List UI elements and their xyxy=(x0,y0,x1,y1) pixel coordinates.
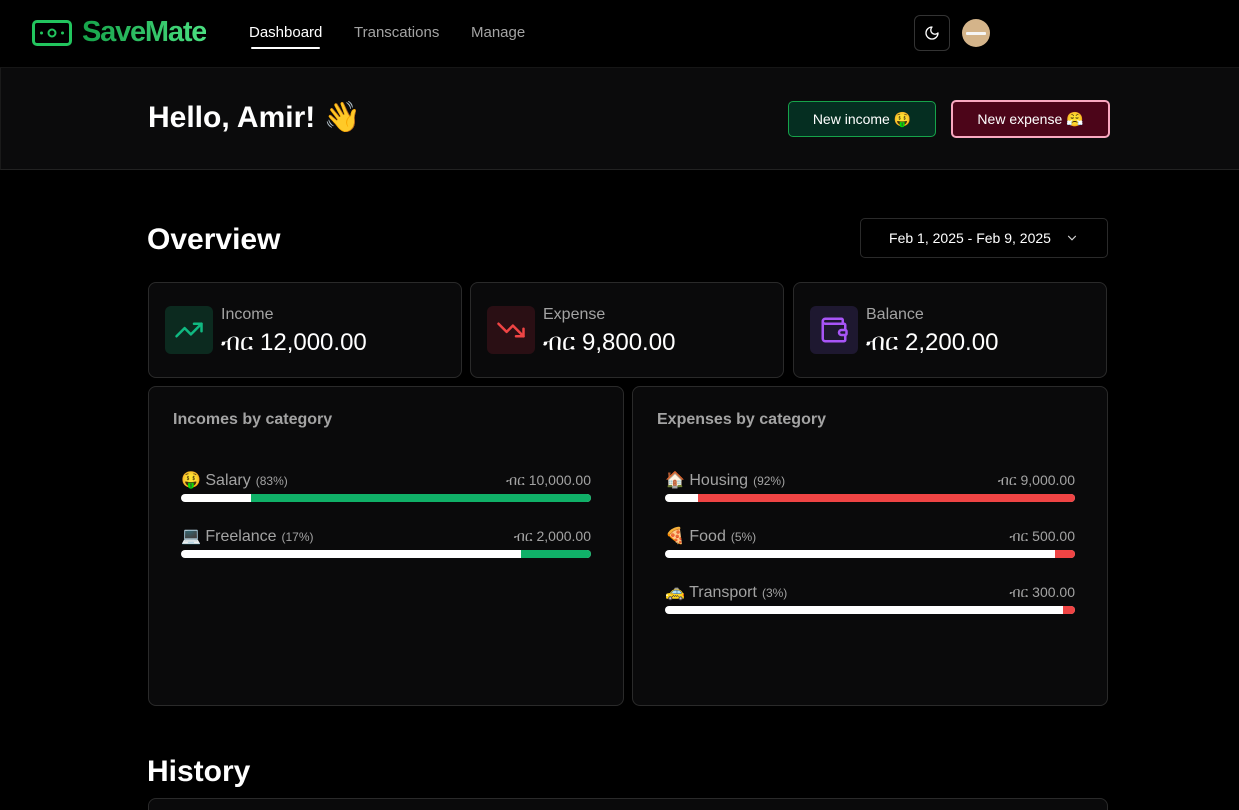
date-range-picker[interactable]: Feb 1, 2025 - Feb 9, 2025 xyxy=(860,218,1108,258)
panel-title: Incomes by category xyxy=(173,411,333,428)
category-progress-bar xyxy=(181,494,591,502)
balance-stat-card: Balance ብር 2,200.00 xyxy=(793,282,1107,378)
logo[interactable]: SaveMate xyxy=(32,16,207,49)
panel-title: Expenses by category xyxy=(657,411,826,428)
category-progress-bar xyxy=(181,550,591,558)
banknote-icon xyxy=(32,19,72,46)
stat-value: ብር 12,000.00 xyxy=(221,329,367,356)
wallet-icon xyxy=(810,306,858,354)
stat-value: ብር 2,200.00 xyxy=(866,329,999,356)
stat-label: Balance xyxy=(866,306,924,323)
category-name: 💻 Freelance (17%) xyxy=(181,528,314,545)
logo-text: SaveMate xyxy=(82,16,207,48)
overview-title: Overview xyxy=(147,223,281,256)
category-progress-fill xyxy=(1054,550,1075,558)
category-percent: (3%) xyxy=(761,586,788,600)
category-percent: (83%) xyxy=(255,474,288,488)
nav-link-dashboard[interactable]: Dashboard xyxy=(249,24,322,49)
incomes-by-category-panel: Incomes by category 🤑 Salary (83%) ብር 10,… xyxy=(148,386,624,706)
stat-label: Expense xyxy=(543,306,606,323)
category-amount: ብር 9,000.00 xyxy=(997,472,1075,488)
category-percent: (5%) xyxy=(730,530,757,544)
date-range-text: Feb 1, 2025 - Feb 9, 2025 xyxy=(889,230,1051,246)
user-avatar[interactable] xyxy=(962,19,990,47)
expenses-by-category-panel: Expenses by category 🏠 Housing (92%) ብር 9… xyxy=(632,386,1108,706)
greeting-title: Hello, Amir! 👋 xyxy=(148,101,361,134)
history-table xyxy=(148,798,1108,810)
trending-down-icon xyxy=(487,306,535,354)
income-stat-card: Income ብር 12,000.00 xyxy=(148,282,462,378)
category-percent: (17%) xyxy=(281,530,314,544)
stat-label: Income xyxy=(221,306,274,323)
category-progress-fill xyxy=(697,494,1075,502)
category-progress-bar xyxy=(665,494,1075,502)
category-name: 🏠 Housing (92%) xyxy=(665,472,786,489)
category-amount: ብር 300.00 xyxy=(1009,584,1075,600)
trending-up-icon xyxy=(165,306,213,354)
nav-link-transactions[interactable]: Transcations xyxy=(354,24,439,41)
category-percent: (92%) xyxy=(753,474,786,488)
new-income-button[interactable]: New income 🤑 xyxy=(788,101,936,137)
category-amount: ብር 500.00 xyxy=(1009,528,1075,544)
category-name: 🤑 Salary (83%) xyxy=(181,472,288,489)
moon-icon xyxy=(925,26,939,40)
greeting-header: Hello, Amir! 👋 New income 🤑 New expense … xyxy=(0,68,1239,170)
category-progress-fill xyxy=(250,494,591,502)
category-progress-fill xyxy=(521,550,591,558)
category-progress-bar xyxy=(665,606,1075,614)
category-name: 🚕 Transport (3%) xyxy=(665,584,788,601)
expense-stat-card: Expense ብር 9,800.00 xyxy=(470,282,784,378)
nav-link-manage[interactable]: Manage xyxy=(471,24,525,41)
category-amount: ብር 10,000.00 xyxy=(505,472,591,488)
category-amount: ብር 2,000.00 xyxy=(513,528,591,544)
new-expense-button[interactable]: New expense 😤 xyxy=(951,100,1110,138)
category-name: 🍕 Food (5%) xyxy=(665,528,757,545)
category-progress-bar xyxy=(665,550,1075,558)
category-progress-fill xyxy=(1062,606,1075,614)
chevron-down-icon xyxy=(1067,235,1077,241)
history-title: History xyxy=(147,755,251,788)
top-nav: SaveMate Dashboard Transcations Manage xyxy=(0,0,1239,68)
theme-toggle-button[interactable] xyxy=(914,15,950,51)
stat-value: ብር 9,800.00 xyxy=(543,329,676,356)
